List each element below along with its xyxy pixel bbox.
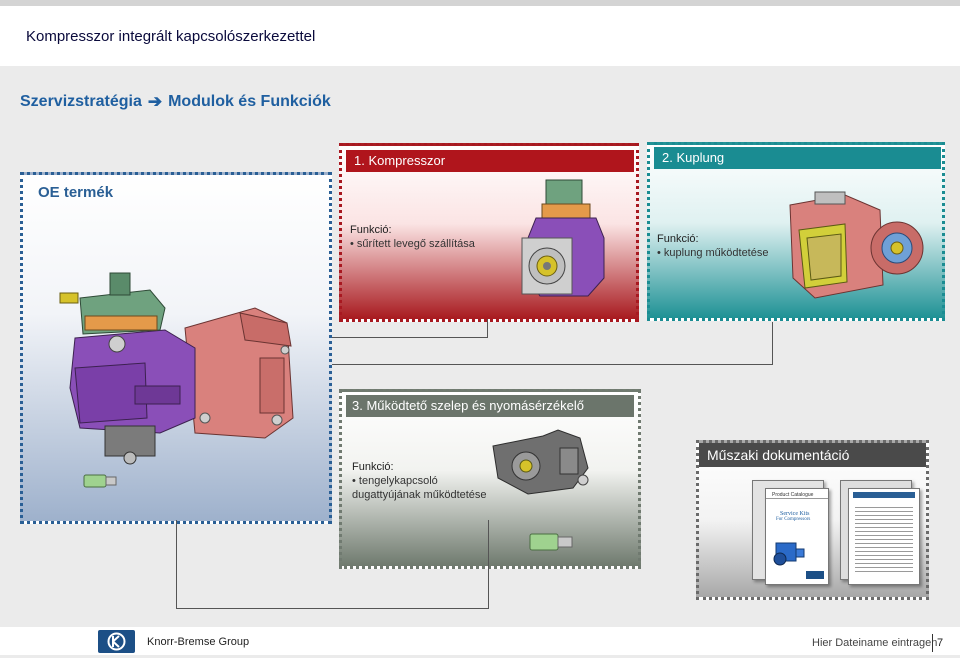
- kompresszor-image: [521, 179, 605, 297]
- footer-page-number: 7: [937, 637, 944, 649]
- szelep-image: [492, 429, 589, 495]
- connector-kuplung: [332, 322, 773, 365]
- product-catalogue-cover: Product Catalogue Service Kits For Compr…: [765, 488, 829, 585]
- slide-subtitle: Szervizstratégia ➔ Modulok és Funkciók: [20, 92, 331, 112]
- kuplung-function-item: • kuplung működtetése: [657, 247, 769, 259]
- kuplung-image: [789, 191, 924, 299]
- catalogue-compressor-icon: [773, 542, 805, 566]
- subtitle-right: Modulok és Funkciók: [168, 93, 331, 110]
- szelep-function-item-1: • tengelykapcsoló: [352, 475, 438, 487]
- footer-file-name: Hier Dateiname eintragen: [812, 637, 938, 649]
- footer-separator: [932, 634, 933, 652]
- knorr-bremse-logo-icon: [98, 630, 135, 653]
- szelep-function: Funkció: • tengelykapcsoló dugattyújának…: [352, 460, 487, 502]
- catalogue-title: Product Catalogue: [766, 489, 828, 499]
- subtitle-left: Szervizstratégia: [20, 93, 142, 110]
- szelep-function-label: Funkció:: [352, 461, 394, 473]
- catalogue-subtitle-2: For Compressors: [776, 517, 811, 522]
- footer-company: Knorr-Bremse Group: [147, 636, 250, 648]
- connector-szelep: [176, 520, 489, 609]
- kuplung-heading: 2. Kuplung: [654, 147, 941, 169]
- manual-text-lines: [855, 504, 913, 574]
- catalogue-subtitle: Service Kits: [780, 511, 810, 517]
- arrow-right-icon: ➔: [147, 92, 163, 111]
- kompresszor-heading: 1. Kompresszor: [346, 150, 634, 172]
- kompresszor-function-item: • sűrített levegő szállítása: [350, 238, 475, 250]
- szelep-heading: 3. Működtető szelep és nyomásérzékelő: [346, 395, 634, 417]
- catalogue-logo-icon: [806, 571, 824, 579]
- szelep-function-item-2: dugattyújának működtetése: [352, 489, 487, 501]
- kompresszor-function: Funkció: • sűrített levegő szállítása: [350, 223, 475, 251]
- szelep-sensor-image: [529, 533, 573, 551]
- dokumentacio-heading: Műszaki dokumentáció: [699, 443, 926, 467]
- title-bar: Kompresszor integrált kapcsolószerkezett…: [0, 0, 960, 66]
- service-manual-cover: [848, 488, 920, 585]
- manual-header-bar: [853, 492, 915, 498]
- top-strip: [0, 0, 960, 6]
- oe-compressor-image: [59, 272, 294, 465]
- kuplung-function: Funkció: • kuplung működtetése: [657, 232, 768, 260]
- kompresszor-function-label: Funkció:: [350, 224, 392, 236]
- oe-product-label: OE termék: [38, 184, 114, 201]
- slide-title: Kompresszor integrált kapcsolószerkezett…: [26, 28, 316, 45]
- pressure-sensor-image: [83, 474, 117, 488]
- kuplung-function-label: Funkció:: [657, 233, 699, 245]
